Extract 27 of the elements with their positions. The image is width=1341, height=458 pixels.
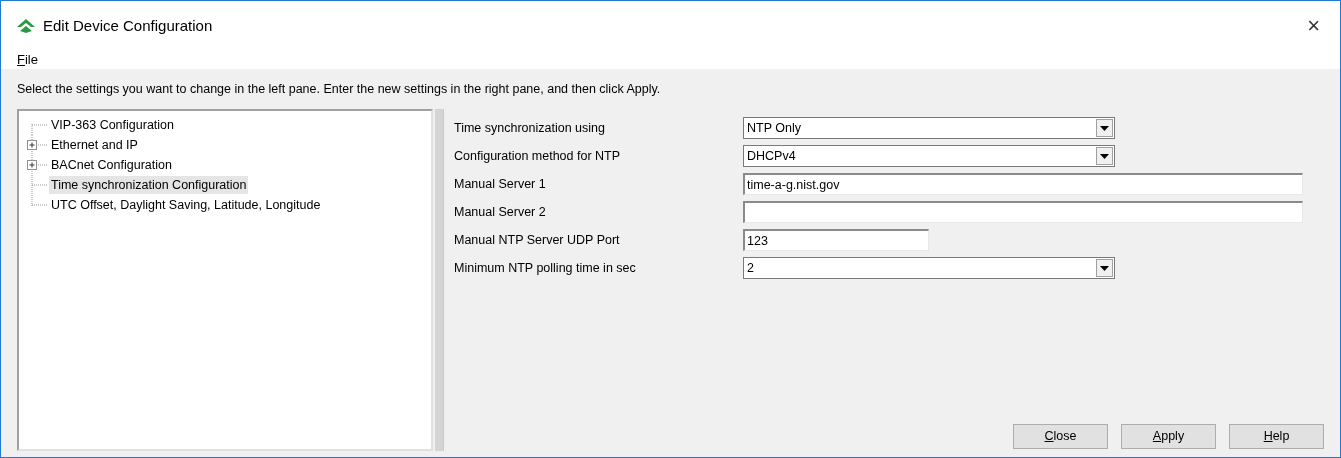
setting-label: Configuration method for NTP — [454, 147, 622, 165]
dropdown[interactable]: 2 — [743, 257, 1115, 279]
window-title: Edit Device Configuration — [43, 15, 213, 36]
tree-item[interactable]: BACnet Configuration — [49, 155, 174, 175]
setting-label: Manual Server 2 — [454, 203, 547, 221]
setting-label: Minimum NTP polling time in sec — [454, 259, 637, 277]
tree-item[interactable]: Time synchronization Configuration — [49, 175, 249, 195]
dialog-button[interactable]: Apply — [1121, 424, 1216, 449]
tree-item[interactable]: Ethernet and IP — [49, 135, 140, 155]
setting-label: Manual Server 1 — [454, 175, 547, 193]
plus-box-icon[interactable] — [27, 160, 37, 170]
setting-label: Time synchronization using — [454, 119, 606, 137]
tree-line-drawing — [31, 155, 47, 175]
menu-item[interactable]: File — [17, 50, 38, 70]
plus-box-icon[interactable] — [27, 140, 37, 150]
tree-item[interactable]: VIP-363 Configuration — [49, 115, 176, 135]
dialog-button[interactable]: Help — [1229, 424, 1324, 449]
tree-item[interactable]: UTC Offset, Daylight Saving, Latitude, Longitude — [49, 195, 323, 215]
input-field[interactable] — [743, 201, 1303, 223]
input-field[interactable]: 123 — [743, 229, 929, 251]
input-field[interactable]: time-a-g.nist.gov — [743, 173, 1303, 195]
app-logo-icon — [17, 19, 35, 33]
instructions-text: Select the settings you want to change in the left pane. Enter the new settings in the right pane, and then click Apply. — [17, 80, 661, 98]
dialog-button[interactable]: Close — [1013, 424, 1108, 449]
setting-label: Manual NTP Server UDP Port — [454, 231, 621, 249]
dropdown[interactable]: DHCPv4 — [743, 145, 1115, 167]
dropdown[interactable]: NTP Only — [743, 117, 1115, 139]
